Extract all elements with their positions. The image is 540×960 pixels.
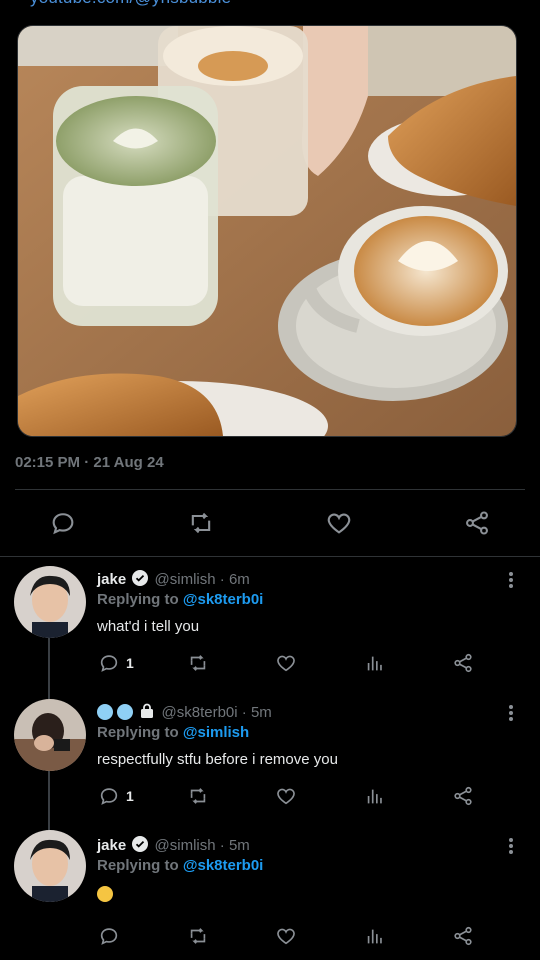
replying-handle[interactable]: @simlish	[183, 724, 249, 741]
separator: ·	[219, 837, 225, 854]
views-icon[interactable]	[364, 650, 386, 676]
reply-count: 1	[126, 788, 134, 804]
tweet-photo[interactable]	[17, 25, 517, 437]
replying-to: Replying to @simlish	[97, 724, 249, 741]
emoji-icon	[97, 704, 113, 720]
more-icon[interactable]	[506, 570, 516, 590]
emoji-icon	[97, 886, 113, 902]
replying-prefix: Replying to	[97, 724, 179, 741]
display-name[interactable]: jake	[97, 837, 126, 854]
replying-prefix: Replying to	[97, 857, 179, 874]
share-icon[interactable]	[452, 923, 474, 949]
heart-icon[interactable]	[275, 650, 297, 676]
emoji-icon	[117, 704, 134, 720]
reply-icon[interactable]: 1	[98, 783, 134, 809]
reply-header: @sk8terb0i · 5m	[97, 703, 272, 721]
avatar[interactable]	[14, 566, 86, 638]
more-icon[interactable]	[506, 703, 516, 723]
views-icon[interactable]	[364, 783, 386, 809]
replying-prefix: Replying to	[97, 591, 179, 608]
share-icon[interactable]	[452, 650, 474, 676]
reply-action-bar	[0, 923, 540, 949]
lock-icon	[141, 703, 154, 718]
reply-text: respectfully stfu before i remove you	[97, 751, 338, 768]
heart-icon[interactable]	[325, 509, 353, 537]
verified-icon	[132, 836, 149, 852]
time: 5m	[228, 837, 250, 854]
verified-icon	[132, 570, 149, 586]
retweet-icon[interactable]	[187, 923, 209, 949]
heart-icon[interactable]	[275, 783, 297, 809]
reply-header: jake @simlish · 6m	[97, 570, 250, 588]
retweet-icon[interactable]	[187, 783, 209, 809]
share-icon[interactable]	[463, 509, 491, 537]
retweet-icon[interactable]	[187, 509, 215, 537]
reply-action-bar: 1	[0, 650, 540, 676]
reply-tweet[interactable]: jake @simlish · 5m Replying to @sk8terb0…	[0, 826, 540, 960]
separator: ·	[241, 704, 247, 721]
handle[interactable]: @sk8terb0i	[162, 704, 238, 721]
handle[interactable]: @simlish	[155, 837, 216, 854]
reply-tweet[interactable]: jake @simlish · 6m Replying to @sk8terb0…	[0, 560, 540, 704]
replying-handle[interactable]: @sk8terb0i	[183, 591, 264, 608]
replying-to: Replying to @sk8terb0i	[97, 857, 263, 874]
reply-header: jake @simlish · 5m	[97, 836, 250, 854]
reply-action-bar: 1	[0, 783, 540, 809]
heart-icon[interactable]	[275, 923, 297, 949]
reply-count: 1	[126, 655, 134, 671]
share-icon[interactable]	[452, 783, 474, 809]
divider	[15, 489, 525, 490]
tweet-timestamp: 02:15 PM · 21 Aug 24	[15, 454, 164, 471]
reply-icon[interactable]	[98, 923, 120, 949]
reply-text	[97, 886, 113, 903]
time: 6m	[228, 571, 250, 588]
reply-icon[interactable]	[49, 509, 77, 537]
tweet-action-bar	[0, 505, 540, 541]
channel-link[interactable]: youtube.com/@ynsbubble	[30, 0, 231, 8]
more-icon[interactable]	[506, 836, 516, 856]
display-name[interactable]: jake	[97, 571, 126, 588]
avatar[interactable]	[14, 699, 86, 771]
avatar[interactable]	[14, 830, 86, 902]
separator: ·	[219, 571, 225, 588]
views-icon[interactable]	[364, 923, 386, 949]
replying-handle[interactable]: @sk8terb0i	[183, 857, 264, 874]
handle[interactable]: @simlish	[155, 571, 216, 588]
reply-tweet[interactable]: @sk8terb0i · 5m Replying to @simlish res…	[0, 693, 540, 835]
reply-text: what'd i tell you	[97, 618, 200, 635]
retweet-icon[interactable]	[187, 650, 209, 676]
time: 5m	[250, 704, 272, 721]
reply-icon[interactable]: 1	[98, 650, 134, 676]
replying-to: Replying to @sk8terb0i	[97, 591, 263, 608]
divider	[0, 556, 540, 557]
